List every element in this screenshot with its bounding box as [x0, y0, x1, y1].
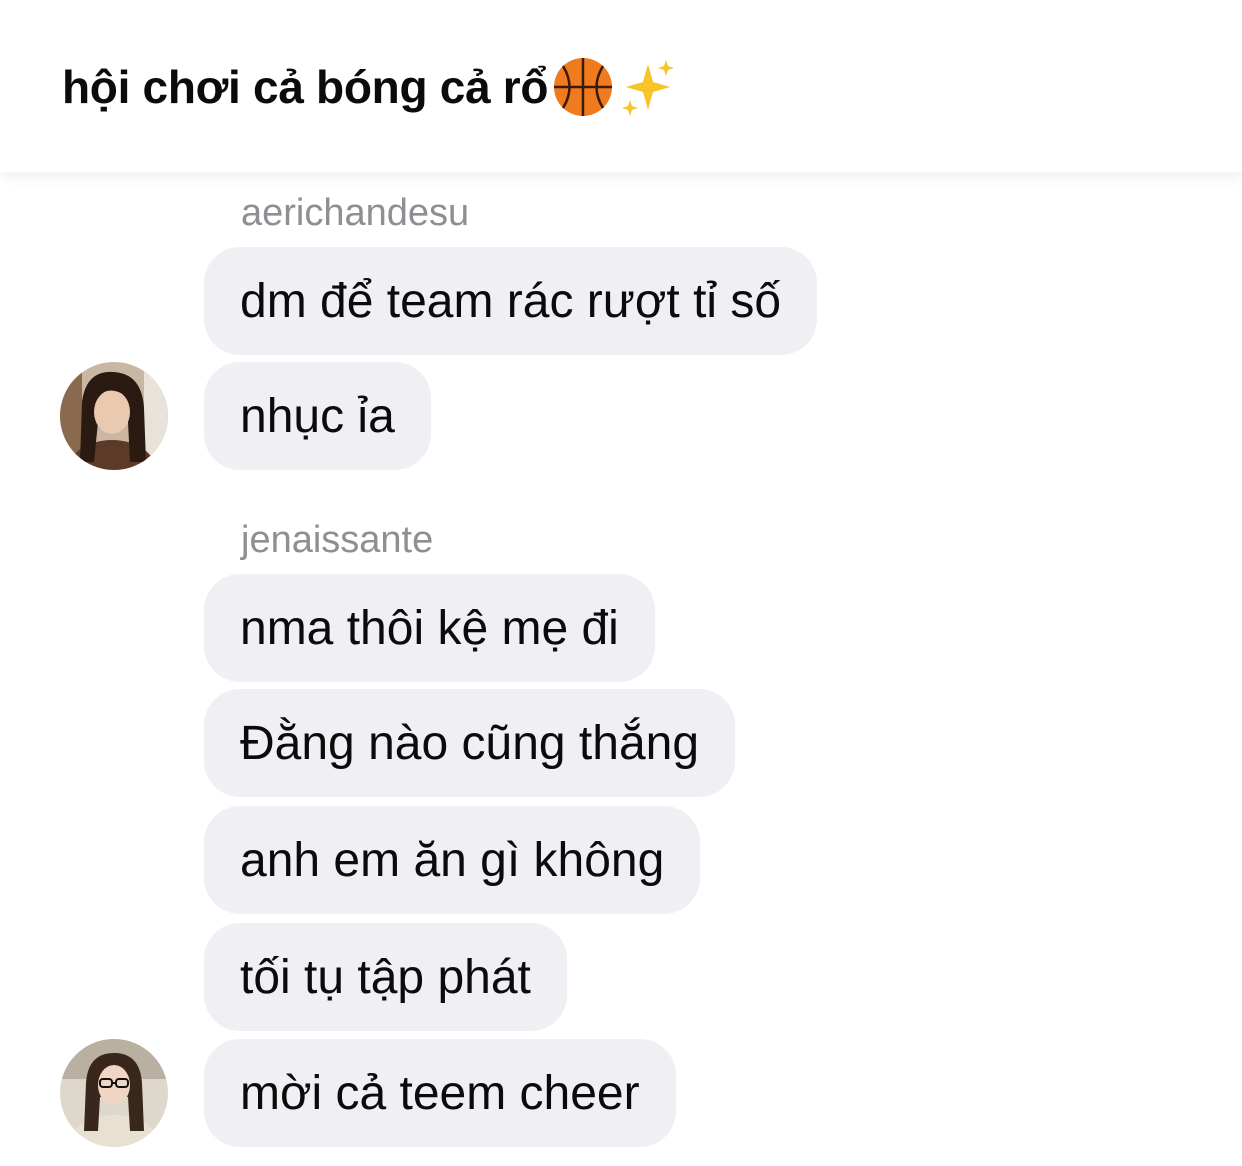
- sender-name[interactable]: aerichandesu: [241, 194, 469, 232]
- message-bubble[interactable]: tối tụ tập phát: [204, 923, 567, 1031]
- message-thread[interactable]: aerichandesu dm để team rác rượt tỉ số n…: [0, 172, 1242, 1166]
- sparkles-icon: [618, 56, 680, 118]
- message-text: dm để team rác rượt tỉ số: [240, 274, 782, 328]
- message-bubble[interactable]: nma thôi kệ mẹ đi: [204, 574, 655, 682]
- message-bubble[interactable]: Đằng nào cũng thắng: [204, 689, 736, 797]
- message-bubble[interactable]: dm để team rác rượt tỉ số: [204, 247, 818, 355]
- message-text: mời cả teem cheer: [240, 1066, 640, 1120]
- avatar[interactable]: [60, 362, 168, 470]
- chat-title-row[interactable]: hội chơi cả bóng cả rổ: [62, 52, 680, 122]
- message-text: nhục ỉa: [240, 389, 395, 443]
- message-bubble[interactable]: mời cả teem cheer: [204, 1039, 676, 1147]
- chat-header: hội chơi cả bóng cả rổ: [0, 0, 1242, 172]
- message-bubble[interactable]: nhục ỉa: [204, 362, 431, 470]
- message-text: Đằng nào cũng thắng: [240, 716, 700, 770]
- message-text: anh em ăn gì không: [240, 833, 665, 887]
- message-text: tối tụ tập phát: [240, 950, 531, 1004]
- message-text: nma thôi kệ mẹ đi: [240, 601, 619, 655]
- basketball-icon: [552, 56, 614, 118]
- message-bubble[interactable]: anh em ăn gì không: [204, 806, 701, 914]
- avatar[interactable]: [60, 1039, 168, 1147]
- sender-name[interactable]: jenaissante: [241, 521, 433, 559]
- chat-title: hội chơi cả bóng cả rổ: [62, 61, 549, 113]
